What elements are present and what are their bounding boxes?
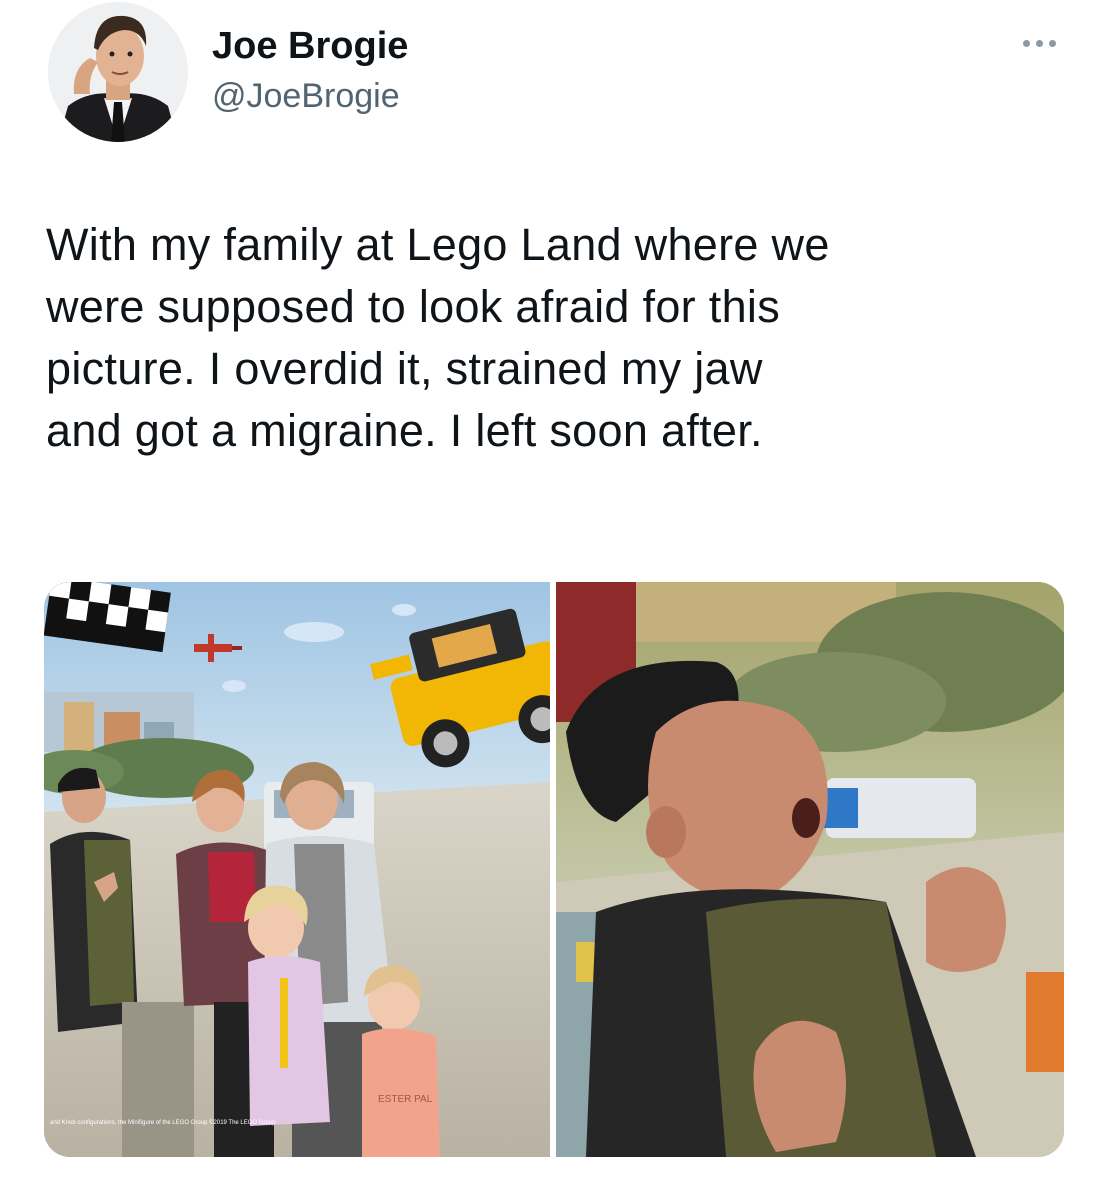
closeup-photo-image (556, 582, 1064, 1157)
display-name[interactable]: Joe Brogie (212, 24, 408, 68)
media-photo-closeup[interactable] (556, 582, 1064, 1157)
tweet-text: With my family at Lego Land where we wer… (46, 219, 830, 456)
tweet-card: Joe Brogie @JoeBrogie With my family at … (0, 0, 1110, 1200)
more-horizontal-icon (1022, 39, 1030, 47)
tweet-header: Joe Brogie @JoeBrogie (48, 0, 1068, 150)
avatar[interactable] (48, 2, 188, 142)
media-photo-family[interactable]: ESTER PAL and Knob configurations, the M… (44, 582, 550, 1157)
more-options-button[interactable] (1014, 28, 1064, 58)
author-block: Joe Brogie @JoeBrogie (212, 24, 408, 118)
photo-fine-print: and Knob configurations, the Minifigure … (50, 1119, 276, 1126)
tweet-media: ESTER PAL and Knob configurations, the M… (44, 582, 1064, 1157)
family-photo-image: ESTER PAL and Knob configurations, the M… (44, 582, 550, 1157)
avatar-image (48, 2, 188, 142)
user-handle[interactable]: @JoeBrogie (212, 74, 408, 118)
shirt-text: ESTER PAL (378, 1094, 433, 1105)
